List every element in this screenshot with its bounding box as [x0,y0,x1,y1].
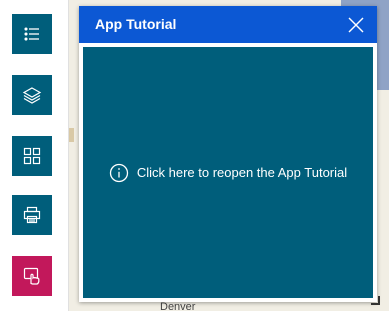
legend-button[interactable] [12,14,52,54]
reopen-tutorial-link[interactable]: Click here to reopen the App Tutorial [83,47,373,298]
reopen-tutorial-text: Click here to reopen the App Tutorial [136,165,348,180]
close-button[interactable] [347,16,365,34]
info-icon [109,163,128,182]
basemap-gallery-icon [23,147,41,165]
left-toolbar [0,0,69,311]
app-tutorial-dialog: App Tutorial Click here to reopen the Ap… [79,6,380,305]
layers-button[interactable] [12,75,52,115]
resize-handle[interactable] [371,296,380,305]
basemap-gallery-button[interactable] [12,136,52,176]
dialog-header: App Tutorial [79,6,377,43]
legend-list-icon [24,27,39,41]
tutorial-button[interactable] [12,256,52,296]
map-city-label: Denver [160,301,196,311]
tutorial-hand-icon [23,267,40,285]
print-button[interactable] [12,195,52,235]
close-icon [348,17,364,33]
print-icon [23,206,41,224]
dialog-title: App Tutorial [95,16,177,32]
layers-icon [22,87,42,104]
